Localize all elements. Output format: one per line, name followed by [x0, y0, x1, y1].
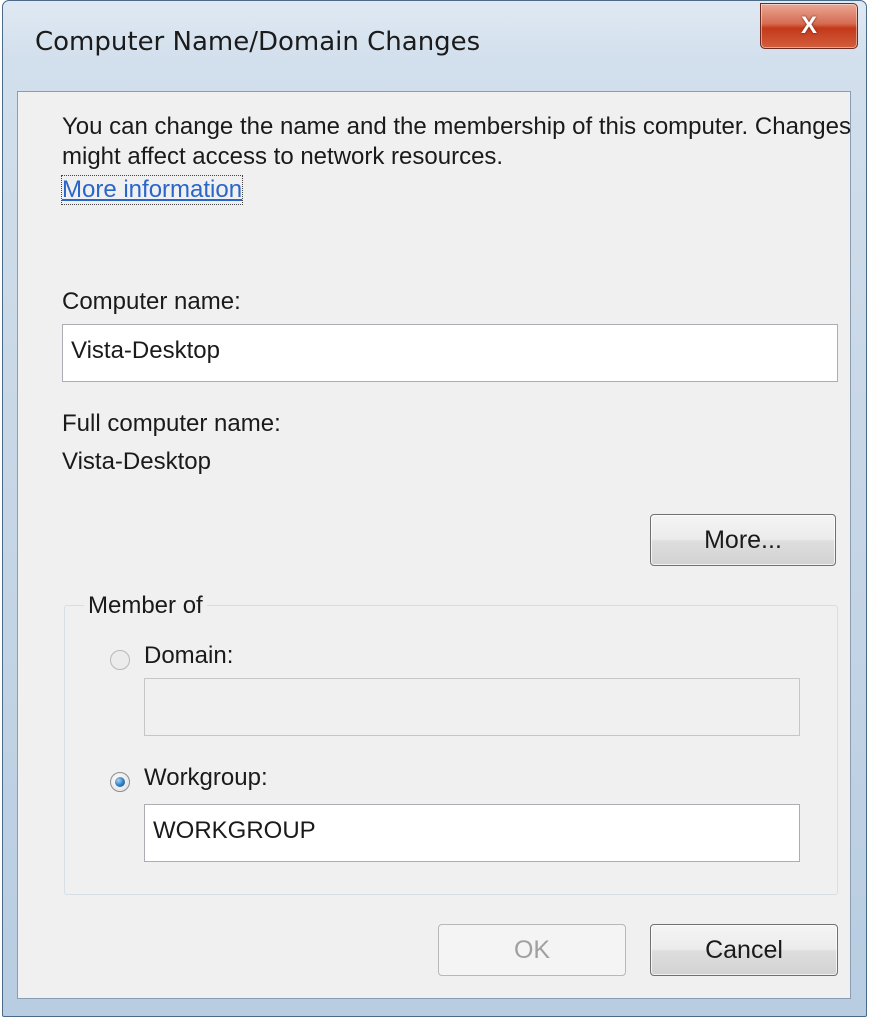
computer-name-input[interactable]: Vista-Desktop	[62, 324, 838, 382]
member-of-title: Member of	[84, 592, 207, 620]
full-computer-name-label: Full computer name:	[62, 410, 281, 437]
close-icon: X	[800, 12, 817, 39]
intro-text: You can change the name and the membersh…	[62, 113, 851, 170]
ok-button[interactable]: OK	[438, 924, 626, 976]
domain-radio-label[interactable]: Domain:	[144, 642, 233, 670]
dialog-content: You can change the name and the membersh…	[17, 91, 851, 999]
domain-input[interactable]	[144, 678, 800, 736]
workgroup-radio-label[interactable]: Workgroup:	[144, 764, 268, 792]
workgroup-radio[interactable]	[110, 772, 130, 792]
full-computer-name-value: Vista-Desktop	[62, 448, 211, 475]
more-button[interactable]: More...	[650, 514, 836, 566]
more-information-link[interactable]: More information	[60, 175, 244, 205]
window-title: Computer Name/Domain Changes	[35, 27, 481, 57]
title-bar[interactable]: Computer Name/Domain Changes X	[3, 1, 866, 91]
dialog-window: Computer Name/Domain Changes X You can c…	[2, 0, 867, 1017]
domain-radio[interactable]	[110, 650, 130, 670]
cancel-button[interactable]: Cancel	[650, 924, 838, 976]
computer-name-label: Computer name:	[62, 288, 241, 315]
radio-selected-dot	[115, 777, 125, 787]
close-button[interactable]: X	[760, 3, 858, 49]
workgroup-input[interactable]: WORKGROUP	[144, 804, 800, 862]
